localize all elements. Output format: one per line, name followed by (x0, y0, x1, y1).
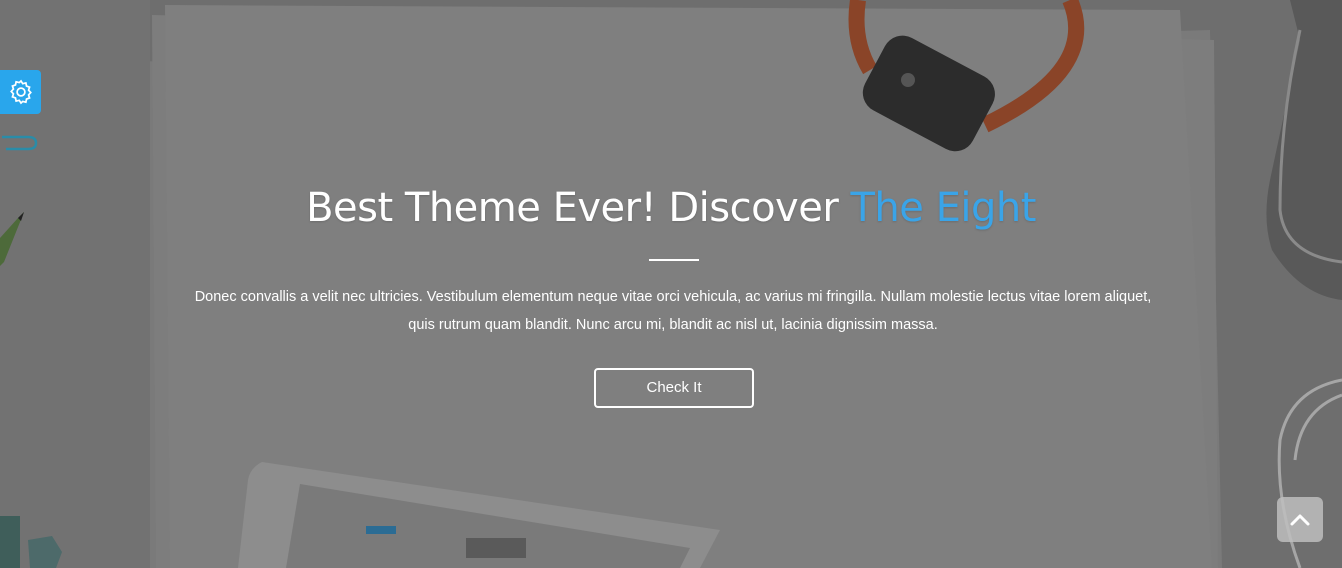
hero-content: Best Theme Ever! Discover The Eight Done… (0, 0, 1342, 568)
hero-headline: Best Theme Ever! Discover The Eight (0, 182, 1342, 234)
headline-divider (649, 259, 699, 261)
hero-section: Best Theme Ever! Discover The Eight Done… (0, 0, 1342, 568)
settings-panel-toggle[interactable] (0, 70, 41, 114)
hero-description: Donec convallis a velit nec ultricies. V… (194, 289, 1152, 333)
gear-icon (9, 79, 32, 105)
scroll-to-top-button[interactable] (1277, 497, 1323, 542)
chevron-up-icon (1290, 514, 1310, 525)
headline-accent-text: The Eight (850, 185, 1036, 231)
check-it-button[interactable]: Check It (594, 368, 754, 408)
headline-main-text: Best Theme Ever! Discover (306, 185, 851, 231)
